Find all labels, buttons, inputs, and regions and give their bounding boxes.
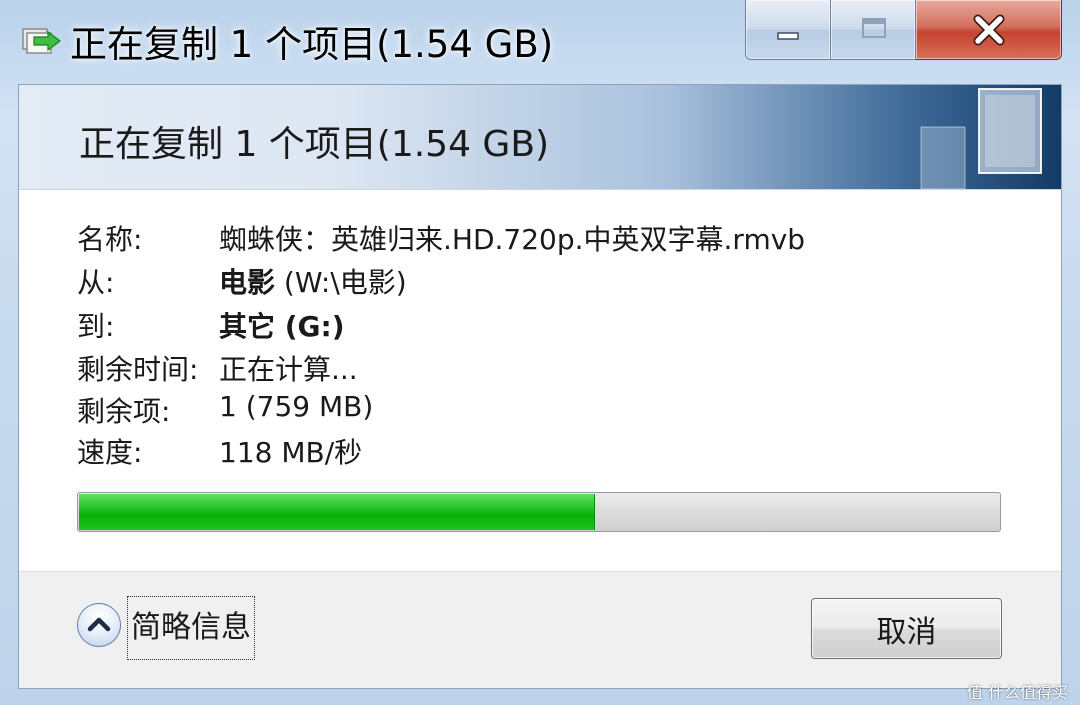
speed-value: 118 MB/秒	[219, 436, 363, 469]
to-folder-link[interactable]: 其它 (G:)	[219, 310, 345, 343]
name-label: 名称:	[77, 223, 143, 256]
watermark: 值 什么值得买	[966, 683, 1068, 702]
speed-label: 速度:	[77, 436, 143, 469]
items-remaining-value: 1 (759 MB)	[219, 390, 374, 423]
minimize-icon	[777, 31, 799, 40]
details-toggle[interactable]: 简略信息	[77, 596, 267, 660]
header-title: 正在复制 1 个项目(1.54 GB)	[79, 124, 550, 165]
items-remaining-label: 剩余项:	[77, 395, 171, 428]
title-bar[interactable]: 正在复制 1 个项目(1.54 GB)	[0, 0, 1080, 84]
details-toggle-label[interactable]: 简略信息	[127, 596, 255, 660]
from-path: (W:\电影)	[275, 266, 407, 299]
document-graphic-icon	[920, 88, 1042, 189]
from-folder-link[interactable]: 电影	[219, 266, 275, 299]
maximize-button[interactable]	[831, 0, 916, 60]
name-value: 蜘蛛侠：英雄归来.HD.720p.中英双字幕.rmvb	[219, 223, 806, 256]
from-value: 电影 (W:\电影)	[219, 261, 407, 301]
close-icon	[973, 14, 1004, 45]
progress-bar	[77, 492, 1001, 532]
dialog-footer: 简略信息 取消	[19, 571, 1061, 688]
time-remaining-label: 剩余时间:	[77, 353, 199, 386]
close-button[interactable]	[916, 0, 1062, 60]
to-value: 其它 (G:)	[219, 305, 345, 345]
chevron-up-button[interactable]	[77, 603, 121, 647]
header-band: 正在复制 1 个项目(1.54 GB)	[19, 85, 1061, 190]
copy-arrow-icon	[22, 28, 61, 54]
maximize-icon	[862, 17, 886, 38]
progress-bar-fill	[79, 494, 595, 530]
copy-dialog-window: 正在复制 1 个项目(1.54 GB) 正在复制 1 个项目(1.54 GB) …	[0, 0, 1080, 705]
window-title: 正在复制 1 个项目(1.54 GB)	[70, 23, 554, 66]
chevron-up-icon	[87, 617, 111, 632]
dialog-body: 正在复制 1 个项目(1.54 GB) 名称: 蜘蛛侠：英雄归来.HD.720p…	[18, 84, 1062, 689]
time-remaining-value: 正在计算...	[219, 353, 358, 386]
minimize-button[interactable]	[745, 0, 831, 60]
cancel-button[interactable]: 取消	[811, 598, 1002, 659]
to-label: 到:	[77, 310, 115, 343]
from-label: 从:	[77, 266, 115, 299]
